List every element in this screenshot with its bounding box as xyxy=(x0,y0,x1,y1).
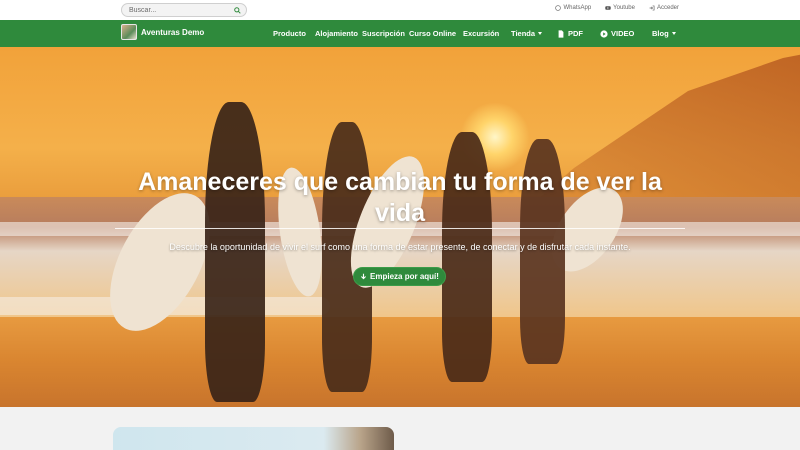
nav-item-alojamiento[interactable]: Alojamiento xyxy=(315,29,358,38)
nav-item-label: Curso Online xyxy=(409,29,457,38)
nav-item-video[interactable]: VIDEO xyxy=(600,29,634,38)
whatsapp-icon xyxy=(555,5,562,11)
chevron-down-icon xyxy=(671,32,676,35)
whatsapp-link[interactable]: WhatsApp xyxy=(555,5,591,11)
login-link[interactable]: Acceder xyxy=(649,5,679,11)
brand-logo xyxy=(121,24,137,40)
hero-cta-button[interactable]: Empieza por aquí! xyxy=(353,267,446,286)
nav-item-label: Producto xyxy=(273,29,306,38)
nav-item-blog[interactable]: Blog xyxy=(652,29,676,38)
whatsapp-label: WhatsApp xyxy=(563,5,592,11)
nav-item-label: Alojamiento xyxy=(315,29,358,38)
youtube-label: Youtube xyxy=(613,5,635,11)
nav-item-label: Excursión xyxy=(463,29,500,38)
search-box[interactable] xyxy=(121,3,247,17)
nav-item-suscripcion[interactable]: Suscripción xyxy=(362,29,405,38)
youtube-icon xyxy=(605,6,611,10)
search-input[interactable] xyxy=(129,4,229,16)
hero-background-sand xyxy=(0,317,800,407)
hero-divider xyxy=(115,228,685,229)
top-links: WhatsApp Youtube Acceder xyxy=(555,5,679,11)
nav-item-curso-online[interactable]: Curso Online xyxy=(409,29,456,38)
brand-name: Aventuras Demo xyxy=(141,27,205,37)
play-circle-icon xyxy=(600,29,608,38)
chevron-down-icon xyxy=(538,32,543,35)
content-card-image xyxy=(113,427,394,450)
hero-cta-label: Empieza por aquí! xyxy=(370,272,439,281)
login-icon xyxy=(649,5,655,11)
hero-surfer xyxy=(205,102,265,402)
nav-item-excursion[interactable]: Excursión xyxy=(463,29,499,38)
hero-subtitle: Descubre la oportunidad de vivir el surf… xyxy=(169,242,631,252)
brand-link[interactable]: Aventuras Demo xyxy=(121,24,204,40)
search-icon[interactable] xyxy=(234,7,241,14)
pdf-file-icon xyxy=(558,29,564,38)
top-utility-bar: WhatsApp Youtube Acceder xyxy=(0,0,800,20)
main-navbar: Aventuras Demo Producto Alojamiento Susc… xyxy=(0,20,800,47)
nav-item-producto[interactable]: Producto xyxy=(273,29,306,38)
login-label: Acceder xyxy=(656,5,679,11)
nav-item-pdf[interactable]: PDF xyxy=(557,29,583,38)
nav-item-label: Suscripción xyxy=(362,29,405,38)
hero-section: Amaneceres que cambian tu forma de ver l… xyxy=(0,47,800,407)
nav-item-label: VIDEO xyxy=(611,29,635,38)
nav-item-tienda[interactable]: Tienda xyxy=(511,29,543,38)
youtube-link[interactable]: Youtube xyxy=(605,5,635,11)
nav-item-label: Blog xyxy=(652,29,669,38)
hero-title: Amaneceres que cambian tu forma de ver l… xyxy=(138,168,662,227)
nav-item-label: PDF xyxy=(568,29,583,38)
arrow-down-icon xyxy=(361,273,367,280)
nav-item-label: Tienda xyxy=(511,29,536,38)
